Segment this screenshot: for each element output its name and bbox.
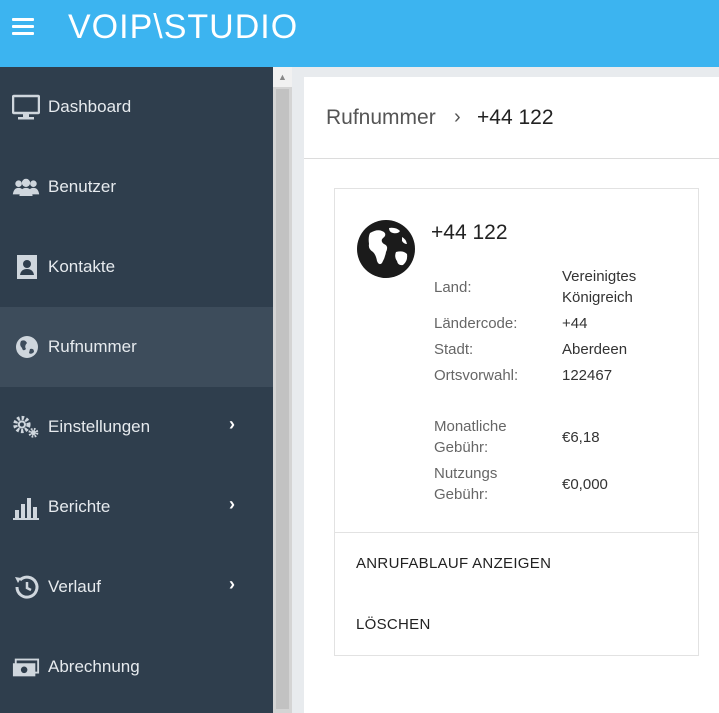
sidebar-item-einstellungen[interactable]: Einstellungen ›	[0, 387, 273, 467]
monitor-icon	[12, 94, 40, 120]
monthly-fee-label: Monatliche Gebühr:	[434, 418, 507, 456]
scrollbar-thumb[interactable]	[276, 89, 289, 709]
sidebar-item-label: Kontakte	[48, 257, 116, 276]
sidebar-item-verlauf[interactable]: Verlauf ›	[0, 547, 273, 627]
sidebar-item-label: Berichte	[48, 497, 111, 516]
breadcrumb: Rufnummer › +44 122	[304, 77, 719, 159]
scroll-up-icon[interactable]: ▲	[273, 67, 292, 87]
bar-chart-icon	[13, 498, 39, 520]
app-logo: VOIP\STUDIO	[68, 8, 299, 46]
sidebar-item-label: Verlauf	[48, 577, 101, 596]
breadcrumb-current-number: +44 122	[477, 106, 554, 129]
land-label: Land:	[434, 279, 472, 296]
sidebar-item-label: Einstellungen	[48, 417, 151, 436]
sidebar-item-rufnummer[interactable]: Rufnummer	[0, 307, 273, 387]
chevron-right-icon: ›	[454, 106, 461, 128]
money-icon	[12, 658, 40, 677]
country-code-label: Ländercode:	[434, 315, 518, 332]
sidebar-item-label: Abrechnung	[48, 657, 140, 676]
sidebar-item-label: Benutzer	[48, 177, 117, 196]
main-content: Rufnummer › +44 122 +44 122 Land: Verein…	[304, 77, 719, 713]
sidebar-item-kontakte[interactable]: Kontakte	[0, 227, 273, 307]
sidebar-item-berichte[interactable]: Berichte ›	[0, 467, 273, 547]
country-code-value: +44	[562, 315, 588, 332]
menu-icon[interactable]	[12, 18, 34, 36]
users-icon	[12, 178, 40, 197]
chevron-right-icon: ›	[229, 574, 235, 594]
chevron-right-icon: ›	[229, 494, 235, 514]
number-card: +44 122 Land: Vereinigtes Königreich Län…	[334, 188, 699, 656]
gears-icon	[13, 415, 39, 438]
sidebar-item-dashboard[interactable]: Dashboard	[0, 67, 273, 147]
breadcrumb-rufnummer[interactable]: Rufnummer	[326, 106, 436, 130]
sidebar-item-label: Rufnummer	[48, 337, 137, 356]
card-divider	[335, 532, 698, 533]
sidebar-scrollbar[interactable]: ▲	[273, 67, 292, 713]
city-label: Stadt:	[434, 341, 474, 358]
sidebar-item-benutzer[interactable]: Benutzer	[0, 147, 273, 227]
area-code-value: 122467	[562, 367, 613, 384]
sidebar-item-abrechnung[interactable]: Abrechnung	[0, 627, 273, 707]
show-callflow-button[interactable]: ANRUFABLAUF ANZEIGEN	[356, 555, 551, 572]
sidebar-item-label: Dashboard	[48, 97, 132, 116]
land-value: Vereinigtes Königreich	[562, 268, 637, 306]
contact-card-icon	[17, 255, 37, 279]
usage-fee-label: Nutzungs Gebühr:	[434, 465, 498, 503]
usage-fee-value: €0,000	[562, 476, 608, 493]
delete-button[interactable]: LÖSCHEN	[356, 616, 431, 633]
sidebar: Dashboard Benutzer Kontakte Rufnummer Ei…	[0, 67, 273, 713]
globe-icon	[16, 336, 38, 358]
history-icon	[15, 575, 39, 599]
chevron-right-icon: ›	[229, 414, 235, 434]
area-code-label: Ortsvorwahl:	[434, 367, 519, 384]
top-bar: VOIP\STUDIO	[0, 0, 719, 67]
card-phone-number: +44 122	[431, 221, 508, 244]
monthly-fee-value: €6,18	[562, 429, 600, 446]
globe-icon	[357, 220, 415, 278]
city-value: Aberdeen	[562, 341, 628, 358]
